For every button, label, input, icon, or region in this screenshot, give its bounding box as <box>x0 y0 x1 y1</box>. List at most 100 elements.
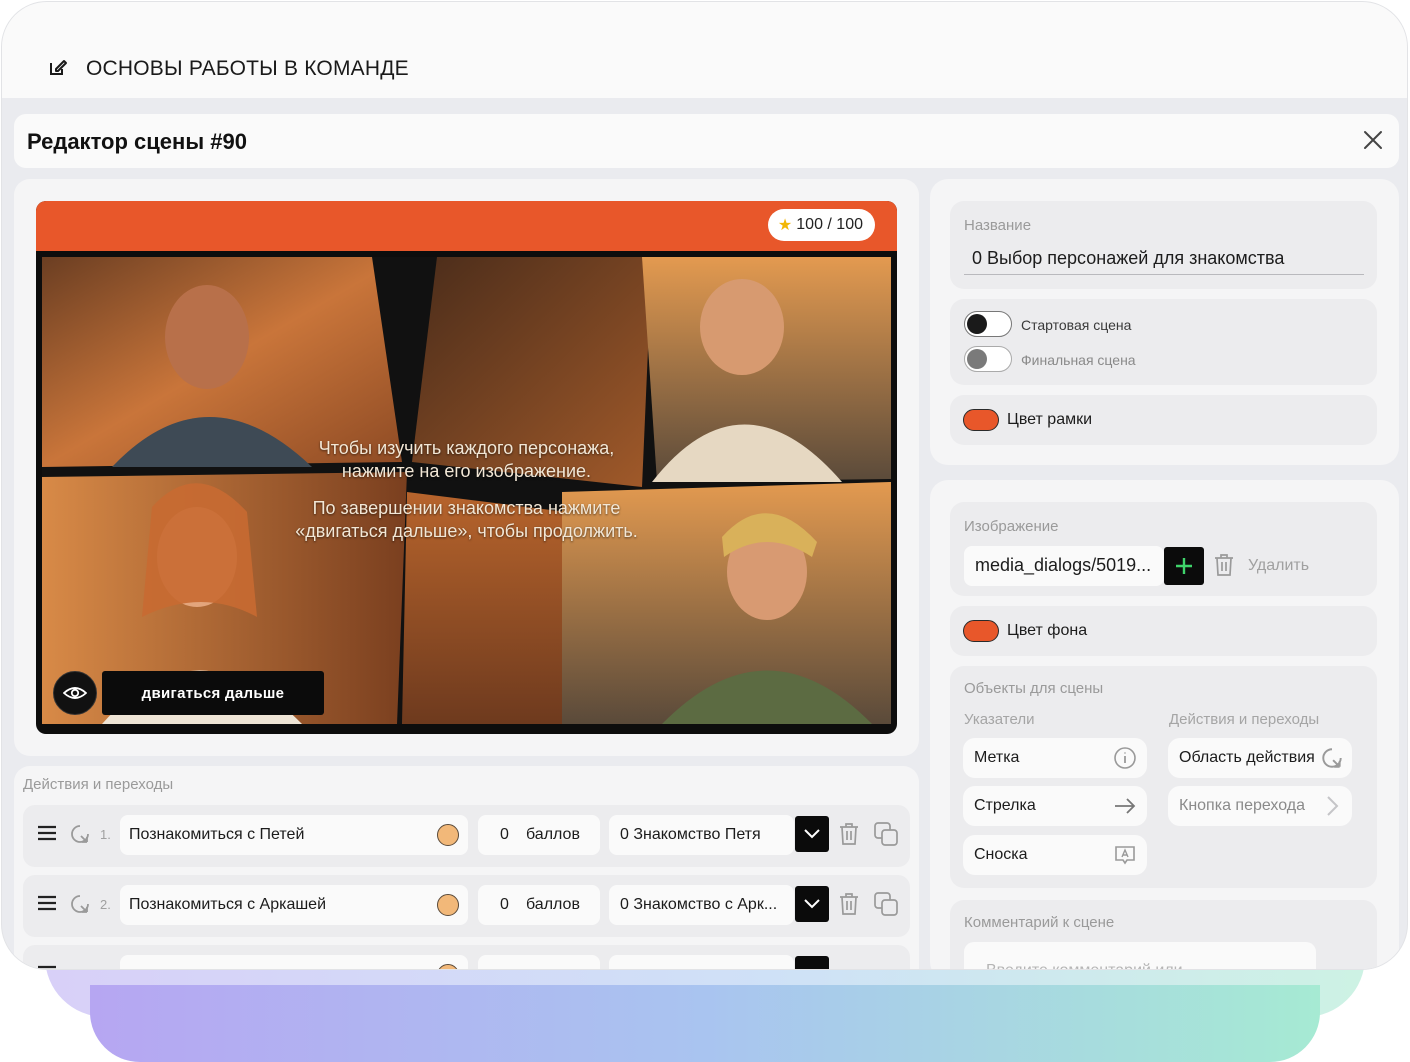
image-label: Изображение <box>964 518 1059 535</box>
characters-collage <box>42 257 891 724</box>
editor-header: Редактор сцены #90 <box>14 114 1399 168</box>
action-index: 2. <box>100 897 111 912</box>
objects-label: Объекты для сцены <box>964 680 1104 697</box>
trash-icon[interactable] <box>839 892 859 916</box>
action-row: 2. Познакомиться с Аркашей 0 баллов 0 Зн… <box>23 875 910 937</box>
star-icon: ★ <box>777 217 793 234</box>
image-path-field[interactable]: media_dialogs/5019... <box>964 546 1164 586</box>
points-unit: баллов <box>526 896 580 913</box>
action-name-field[interactable]: Познакомиться с Аркашей <box>120 885 468 925</box>
action-area-button[interactable]: Область действия <box>1168 738 1352 778</box>
action-name-field[interactable] <box>120 955 468 969</box>
target-scene-field[interactable]: 0 Знакомство Петя <box>609 815 794 855</box>
instruction-line-4: «двигаться дальше», чтобы продолжить. <box>295 521 638 541</box>
close-icon[interactable] <box>1360 127 1386 153</box>
loop-icon <box>1322 748 1342 768</box>
chevron-right-icon <box>1327 796 1339 816</box>
comment-input[interactable]: Введите комментарий или <box>964 942 1316 969</box>
background-color-swatch[interactable] <box>963 620 999 642</box>
add-image-button[interactable] <box>1164 547 1204 585</box>
pointer-callout-button[interactable]: Сноска <box>963 835 1147 875</box>
points-field[interactable] <box>478 955 600 969</box>
start-scene-label: Стартовая сцена <box>1021 317 1132 333</box>
transition-button-button[interactable]: Кнопка перехода <box>1168 786 1352 826</box>
frame-color-card: Цвет рамки <box>950 395 1377 445</box>
eye-icon <box>63 687 87 699</box>
move-on-button[interactable]: двигаться дальше <box>102 671 324 715</box>
frame-color-swatch[interactable] <box>963 409 999 431</box>
scene-toggles-card: Стартовая сцена Финальная сцена <box>950 299 1377 385</box>
chevron-down-icon <box>804 899 820 909</box>
pointers-label: Указатели <box>964 711 1035 728</box>
target-scene-field[interactable]: 0 Знакомство с Арк... <box>609 885 794 925</box>
course-title: ОСНОВЫ РАБОТЫ В КОМАНДЕ <box>86 57 409 80</box>
action-index: 1. <box>100 827 111 842</box>
scene-frame-bar: ★ 100 / 100 <box>36 201 897 251</box>
scene-objects-card: Объекты для сцены Указатели Действия и п… <box>950 666 1377 888</box>
edit-icon[interactable] <box>47 56 69 78</box>
app-window: ОСНОВЫ РАБОТЫ В КОМАНДЕ Редактор сцены #… <box>1 1 1408 970</box>
action-row: 1. Познакомиться с Петей 0 баллов 0 Знак… <box>23 805 910 867</box>
preview-eye-button[interactable] <box>53 671 97 715</box>
chevron-down-icon <box>804 829 820 839</box>
loop-icon[interactable] <box>69 823 91 845</box>
final-scene-toggle[interactable] <box>964 346 1012 372</box>
points-value: 0 <box>500 826 509 843</box>
pointer-arrow-button[interactable]: Стрелка <box>963 786 1147 826</box>
action-color-dot[interactable] <box>437 824 459 846</box>
instruction-line-3: По завершении знакомства нажмите <box>312 498 621 518</box>
points-field[interactable]: 0 баллов <box>478 815 600 855</box>
delete-image-button[interactable]: Удалить <box>1248 557 1309 575</box>
instruction-line-1: Чтобы изучить каждого персонажа, <box>318 438 615 458</box>
pointer-callout-label: Сноска <box>974 846 1028 863</box>
action-name-field[interactable]: Познакомиться с Петей <box>120 815 468 855</box>
top-bar: ОСНОВЫ РАБОТЫ В КОМАНДЕ <box>2 2 1407 98</box>
info-icon <box>1114 747 1136 769</box>
editor-title: Редактор сцены #90 <box>27 129 247 154</box>
background-color-label: Цвет фона <box>1007 622 1088 639</box>
copy-icon[interactable] <box>874 822 899 847</box>
trash-icon[interactable] <box>839 822 859 846</box>
scene-settings-panel: Название 0 Выбор персонажей для знакомст… <box>930 179 1399 465</box>
scene-preview[interactable]: ★ 100 / 100 Чтобы изучить каждого персон… <box>36 201 897 734</box>
pointer-mark-button[interactable]: Метка <box>963 738 1147 778</box>
scene-preview-panel: ★ 100 / 100 Чтобы изучить каждого персон… <box>14 179 919 756</box>
target-scene-field[interactable] <box>609 955 794 969</box>
drag-handle-icon[interactable] <box>38 825 56 841</box>
image-card: Изображение media_dialogs/5019... Удалит… <box>950 502 1377 596</box>
scene-name-input[interactable]: 0 Выбор персонажей для знакомства <box>972 248 1284 269</box>
plus-icon <box>1176 558 1192 574</box>
action-color-dot[interactable] <box>437 894 459 916</box>
pointer-mark-label: Метка <box>974 749 1020 766</box>
input-underline <box>964 274 1364 275</box>
action-objects-label: Действия и переходы <box>1169 711 1320 728</box>
scene-name-label: Название <box>964 217 1032 234</box>
arrow-right-icon <box>1115 798 1136 814</box>
trash-icon[interactable] <box>1214 553 1234 577</box>
start-scene-toggle[interactable] <box>964 311 1012 337</box>
actions-label: Действия и переходы <box>23 776 174 793</box>
points-value: 0 <box>500 896 509 913</box>
score-badge: ★ 100 / 100 <box>767 209 875 241</box>
points-unit: баллов <box>526 826 580 843</box>
copy-icon[interactable] <box>874 892 899 917</box>
pointer-arrow-label: Стрелка <box>974 797 1036 814</box>
target-dropdown-button[interactable] <box>795 886 829 922</box>
instruction-line-2: нажмите на его изображение. <box>341 461 592 481</box>
points-field[interactable]: 0 баллов <box>478 885 600 925</box>
loop-icon[interactable] <box>69 893 91 915</box>
score-value: 100 / 100 <box>796 216 863 233</box>
callout-icon <box>1115 846 1135 865</box>
scene-name-card: Название 0 Выбор персонажей для знакомст… <box>950 201 1377 289</box>
target-dropdown-button[interactable] <box>795 816 829 852</box>
drag-handle-icon[interactable] <box>38 895 56 911</box>
background-color-card: Цвет фона <box>950 606 1377 656</box>
actions-panel: Действия и переходы 1. Познакомиться с П… <box>14 766 919 970</box>
comment-card: Комментарий к сцене Введите комментарий … <box>950 900 1377 969</box>
action-area-label: Область действия <box>1179 749 1315 766</box>
transition-button-label: Кнопка перехода <box>1179 797 1306 814</box>
drag-handle-icon[interactable] <box>38 965 56 970</box>
target-dropdown-button[interactable] <box>795 956 829 969</box>
frame-color-label: Цвет рамки <box>1007 411 1093 428</box>
action-row-partial <box>23 945 910 970</box>
